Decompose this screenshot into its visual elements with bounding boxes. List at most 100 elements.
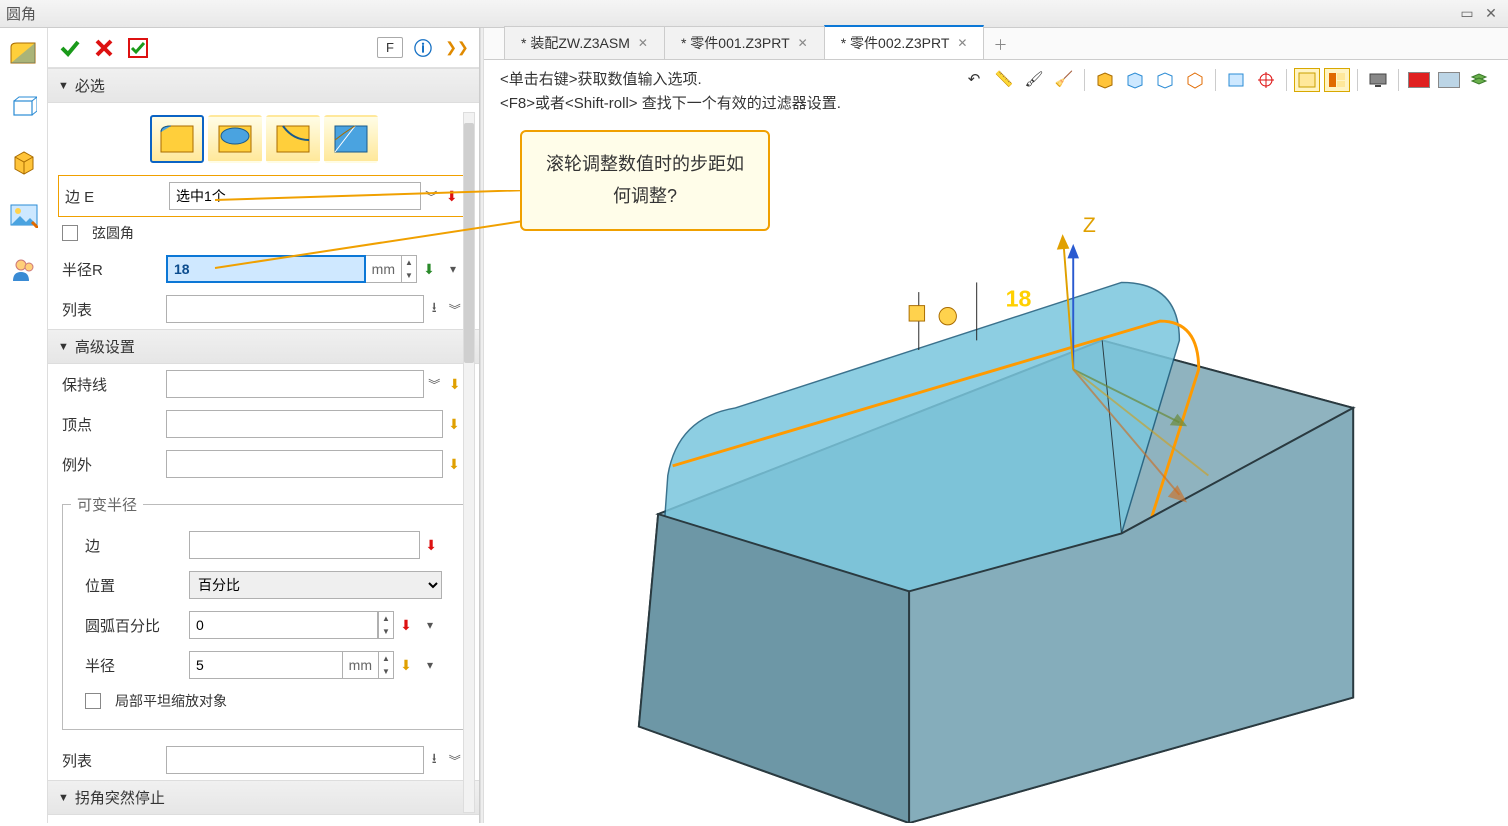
image-tool-icon[interactable] xyxy=(8,200,40,232)
vr-arcpct-spinner[interactable]: ▲▼ xyxy=(378,611,394,639)
tab-part-001[interactable]: * 零件001.Z3PRT ✕ xyxy=(664,26,825,59)
vr-list-input[interactable] xyxy=(166,746,424,774)
exception-input[interactable] xyxy=(166,450,443,478)
fillet-type-1[interactable] xyxy=(150,115,204,163)
list-input[interactable] xyxy=(166,295,424,323)
color-red-swatch[interactable] xyxy=(1406,68,1432,92)
3d-canvas[interactable]: Z 18 xyxy=(484,128,1508,823)
vr-list-expand[interactable]: ︾ xyxy=(444,746,465,774)
hex-icon[interactable] xyxy=(1182,68,1208,92)
undo-icon[interactable]: ↶ xyxy=(961,68,987,92)
section-title: 必选 xyxy=(75,75,105,96)
panel-scrollbar[interactable] xyxy=(463,112,475,813)
eraser-icon[interactable]: 🧹 xyxy=(1051,68,1077,92)
tab-close-icon[interactable]: ✕ xyxy=(798,36,808,50)
vr-arcpct-input[interactable] xyxy=(189,611,378,639)
fillet-type-4[interactable] xyxy=(324,115,378,163)
exception-row: 例外 ⬇ xyxy=(48,444,479,484)
vr-radius-input[interactable] xyxy=(189,651,343,679)
plane-icon[interactable] xyxy=(1223,68,1249,92)
wire-box2-icon[interactable] xyxy=(1152,68,1178,92)
keep-line-input[interactable] xyxy=(166,370,424,398)
vr-radius-apply-icon[interactable]: ⬇ xyxy=(394,651,418,679)
variable-radius-legend: 可变半径 xyxy=(71,494,143,515)
radius-r-input[interactable] xyxy=(166,255,366,283)
chord-fillet-checkbox[interactable] xyxy=(62,225,78,241)
panel-titlebar: 圆角 ▭ ✕ xyxy=(0,0,1508,28)
apply-button[interactable] xyxy=(124,34,152,62)
tab-assembly[interactable]: * 装配ZW.Z3ASM ✕ xyxy=(504,26,665,59)
user-tool-icon[interactable] xyxy=(8,254,40,286)
hint-line-2: <F8>或者<Shift-roll> 查找下一个有效的过滤器设置. xyxy=(500,92,841,116)
info-icon[interactable]: ⓘ xyxy=(409,34,437,62)
radius-r-spinner[interactable]: ▲▼ xyxy=(401,255,417,283)
layers-icon[interactable] xyxy=(1466,68,1492,92)
vr-list-save-icon[interactable]: ⭳ xyxy=(424,746,445,774)
panel-scroll-thumb[interactable] xyxy=(464,123,474,363)
shaded-box-icon[interactable] xyxy=(1092,68,1118,92)
target-icon[interactable] xyxy=(1253,68,1279,92)
edge-e-expand[interactable]: ︾ xyxy=(421,182,441,210)
brush-icon[interactable]: 🖌 xyxy=(1021,68,1047,92)
close-icon[interactable]: ✕ xyxy=(1482,4,1500,22)
vr-edge-input[interactable] xyxy=(189,531,420,559)
fillet-tool-icon[interactable] xyxy=(8,38,40,70)
required-section-header[interactable]: ▼ 必选 xyxy=(48,68,479,103)
cancel-button[interactable] xyxy=(90,34,118,62)
radius-r-row: 半径R mm ▲▼ ⬇ ▾ xyxy=(48,249,479,289)
radius-r-label: 半径R xyxy=(62,259,158,280)
section-title: 高级设置 xyxy=(75,336,135,357)
list-save-icon[interactable]: ⭳ xyxy=(424,295,445,323)
restore-icon[interactable]: ▭ xyxy=(1458,4,1476,22)
tab-label: * 零件001.Z3PRT xyxy=(681,33,790,53)
left-sidebar xyxy=(0,28,48,823)
vr-list-row: 列表 ⭳ ︾ xyxy=(48,740,479,780)
section-title: 拐角突然停止 xyxy=(75,787,165,808)
edge-e-pick-icon[interactable]: ⬇ xyxy=(442,182,462,210)
radius-r-dropdown[interactable]: ▾ xyxy=(441,255,465,283)
property-panel: F ⓘ ❯❯ ▼ 必选 边 E ︾ ⬇ 弦圆角 半径R xyxy=(48,28,480,823)
vertex-pick-icon[interactable]: ⬇ xyxy=(443,410,465,438)
vertex-input[interactable] xyxy=(166,410,443,438)
exception-pick-icon[interactable]: ⬇ xyxy=(443,450,465,478)
vr-edge-label: 边 xyxy=(85,535,181,556)
keep-line-pick-icon[interactable]: ⬇ xyxy=(444,370,465,398)
view-grid-icon[interactable] xyxy=(1324,68,1350,92)
vr-position-label: 位置 xyxy=(85,575,181,596)
vr-arcpct-dropdown[interactable]: ▾ xyxy=(418,611,442,639)
radius-r-apply-icon[interactable]: ⬇ xyxy=(417,255,441,283)
advanced-section-header[interactable]: ▼ 高级设置 xyxy=(48,329,479,364)
fillet-type-row xyxy=(48,103,479,175)
monitor-icon[interactable] xyxy=(1365,68,1391,92)
f-key-button[interactable]: F xyxy=(377,37,403,58)
collapse-icon[interactable]: ❯❯ xyxy=(443,34,471,62)
color-lblue-swatch[interactable] xyxy=(1436,68,1462,92)
box-tool-icon[interactable] xyxy=(8,92,40,124)
vr-list-label: 列表 xyxy=(62,750,158,771)
tab-add-button[interactable]: ＋ xyxy=(983,31,1017,59)
corner-stop-section-header[interactable]: ▼ 拐角突然停止 xyxy=(48,780,479,815)
keep-line-expand[interactable]: ︾ xyxy=(424,370,445,398)
ok-button[interactable] xyxy=(56,34,84,62)
vr-radius-spinner[interactable]: ▲▼ xyxy=(378,651,394,679)
hint-bar: <单击右键>获取数值输入选项. <F8>或者<Shift-roll> 查找下一个… xyxy=(484,60,1508,124)
measure-icon[interactable]: 📏 xyxy=(991,68,1017,92)
vr-edge-pick-icon[interactable]: ⬇ xyxy=(420,531,442,559)
wire-box-icon[interactable] xyxy=(1122,68,1148,92)
vr-arcpct-pick-icon[interactable]: ⬇ xyxy=(394,611,418,639)
vr-position-select[interactable]: 百分比 xyxy=(189,571,442,599)
tab-part-002[interactable]: * 零件002.Z3PRT ✕ xyxy=(824,25,985,59)
vr-localflat-checkbox[interactable] xyxy=(85,693,101,709)
block-tool-icon[interactable] xyxy=(8,146,40,178)
collapse-tri-icon: ▼ xyxy=(58,792,69,804)
view-iso-icon[interactable] xyxy=(1294,68,1320,92)
list-expand[interactable]: ︾ xyxy=(444,295,465,323)
fillet-type-2[interactable] xyxy=(208,115,262,163)
callout-text: 滚轮调整数值时的步距如何调整? xyxy=(546,154,744,206)
tab-close-icon[interactable]: ✕ xyxy=(638,36,648,50)
vr-radius-dropdown[interactable]: ▾ xyxy=(418,651,442,679)
vr-position-row: 位置 百分比 xyxy=(71,565,456,605)
edge-e-input[interactable] xyxy=(169,182,421,210)
tab-close-icon[interactable]: ✕ xyxy=(957,36,967,50)
fillet-type-3[interactable] xyxy=(266,115,320,163)
